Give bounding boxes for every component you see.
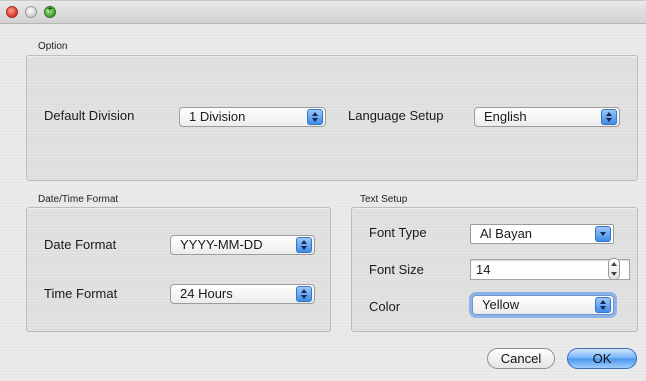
popup-arrows-icon [601, 109, 617, 125]
datetime-group-label: Date/Time Format [38, 194, 119, 205]
minimize-window-icon[interactable] [25, 6, 37, 18]
settings-window: Option Default Division 1 Division Langu… [0, 0, 646, 381]
date-format-label: Date Format [44, 237, 117, 252]
time-format-popup[interactable]: 24 Hours [170, 284, 315, 304]
popup-arrows-icon [296, 237, 312, 253]
text-setup-group-label: Text Setup [360, 194, 408, 205]
language-setup-label: Language Setup [348, 108, 444, 123]
color-label: Color [369, 299, 401, 314]
color-popup[interactable]: Yellow [472, 295, 614, 315]
time-format-label: Time Format [44, 286, 118, 301]
date-format-popup[interactable]: YYYY-MM-DD [170, 235, 315, 255]
popup-arrows-icon [296, 286, 312, 302]
default-division-label: Default Division [44, 108, 135, 123]
default-division-popup[interactable]: 1 Division [179, 107, 326, 127]
popup-arrows-icon [595, 297, 611, 313]
close-window-icon[interactable] [6, 6, 18, 18]
language-setup-value: English [484, 109, 527, 124]
datetime-group [26, 207, 331, 332]
font-type-label: Font Type [369, 225, 427, 240]
font-size-field[interactable]: 14 [470, 259, 630, 280]
font-type-combo[interactable]: Al Bayan [470, 224, 614, 244]
font-size-label: Font Size [369, 262, 424, 277]
ok-button[interactable]: OK [567, 348, 637, 369]
date-format-value: YYYY-MM-DD [180, 237, 263, 252]
language-setup-popup[interactable]: English [474, 107, 620, 127]
font-size-stepper[interactable] [608, 258, 620, 280]
zoom-window-icon[interactable] [44, 4, 56, 18]
popup-arrows-icon [307, 109, 323, 125]
dropdown-arrow-icon[interactable] [595, 226, 611, 242]
title-bar [0, 1, 646, 24]
time-format-value: 24 Hours [180, 286, 233, 301]
font-type-value: Al Bayan [480, 226, 533, 241]
cancel-button[interactable]: Cancel [487, 348, 555, 369]
option-group-label: Option [38, 41, 68, 52]
color-value: Yellow [482, 297, 520, 312]
default-division-value: 1 Division [189, 109, 246, 124]
